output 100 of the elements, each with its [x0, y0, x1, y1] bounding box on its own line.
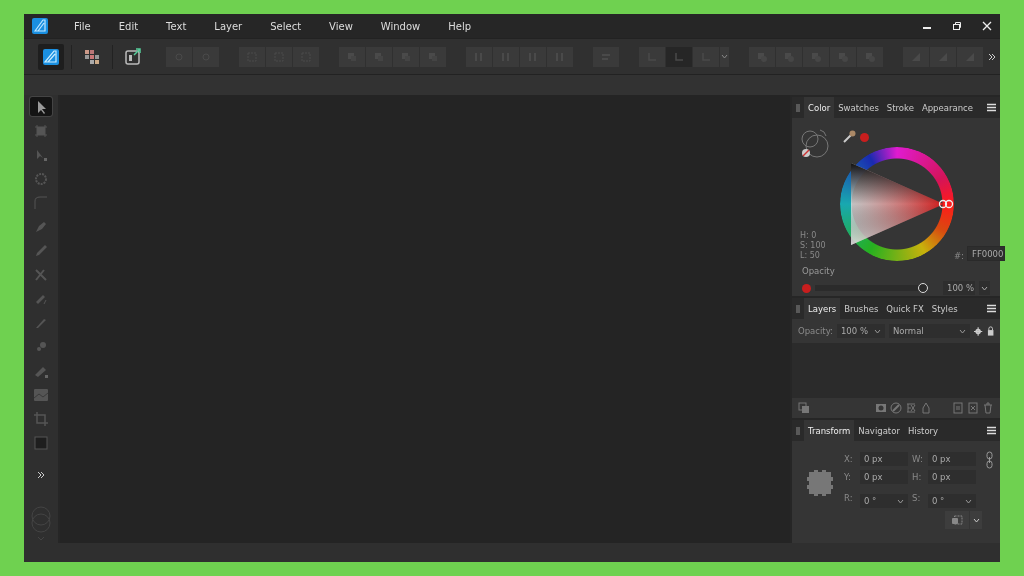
toolbar-button[interactable] [493, 46, 519, 67]
toolbar-button[interactable] [693, 46, 719, 67]
toolbar-button[interactable] [903, 46, 929, 67]
transform-origin-button[interactable] [945, 511, 969, 529]
move-tool-button[interactable] [30, 97, 52, 116]
color-swatch[interactable] [860, 132, 869, 142]
menu-item[interactable]: Layer [214, 20, 243, 32]
opacity-label: Opacity: [798, 326, 833, 336]
menu-item[interactable]: Select [270, 20, 302, 32]
toolbar-button[interactable] [339, 46, 365, 67]
panel-tab[interactable]: Appearance [917, 97, 977, 118]
copy-icon[interactable] [798, 402, 810, 414]
square-icon [32, 433, 50, 452]
panel-tab[interactable]: Styles [927, 298, 962, 319]
hex-field[interactable]: FF0000 [967, 246, 1005, 261]
origin-icon [951, 515, 963, 525]
field-label: Y: [844, 472, 852, 482]
eyedropper-icon[interactable] [842, 130, 856, 144]
input-field[interactable]: 0 px [860, 470, 908, 484]
anchor-icon[interactable] [806, 469, 834, 497]
toolbar-button[interactable] [957, 46, 983, 67]
toolbar-button[interactable] [830, 46, 856, 67]
menu-item[interactable]: Help [448, 20, 472, 32]
menu-icon[interactable] [987, 103, 996, 112]
menu-icon[interactable] [987, 426, 996, 435]
toolbar-button[interactable] [930, 46, 956, 67]
menu-item[interactable]: View [329, 20, 353, 32]
panel-tab[interactable]: Layers [804, 298, 841, 319]
menu-item[interactable]: File [74, 20, 91, 32]
blend-mode-dropdown[interactable]: Normal [888, 324, 971, 338]
toolbar-button[interactable] [193, 46, 219, 67]
more-icon[interactable] [988, 52, 996, 61]
link-icon[interactable] [986, 451, 993, 469]
toolbar-button[interactable] [466, 46, 492, 67]
menu-icon[interactable] [987, 304, 996, 313]
caret-icon [873, 328, 881, 334]
mask-icon[interactable] [875, 402, 887, 414]
hsl-reading: L: 50 [800, 251, 821, 261]
panel-tab[interactable]: Brushes [840, 298, 883, 319]
snapping-icon [673, 50, 685, 63]
menu-item[interactable]: Window [380, 20, 421, 32]
lock-icon[interactable] [986, 326, 994, 336]
adjustment-icon[interactable] [890, 402, 902, 414]
trash-icon[interactable] [982, 402, 994, 414]
menu-item[interactable]: Text [166, 20, 187, 32]
toolbar-button[interactable] [639, 46, 665, 67]
grip-icon[interactable] [796, 304, 800, 313]
slider-thumb[interactable] [918, 282, 928, 293]
opacity-field[interactable]: 100 % [943, 281, 975, 295]
grip-icon[interactable] [796, 103, 800, 112]
fill-stroke-icon[interactable] [800, 128, 830, 160]
toolbar-button[interactable] [776, 46, 802, 67]
hex-label: #: [954, 251, 964, 261]
more-icon[interactable] [37, 471, 45, 479]
color-swatch[interactable] [802, 283, 811, 293]
caret-icon [981, 285, 988, 291]
toolbar-button[interactable] [749, 46, 775, 67]
grip-icon[interactable] [796, 426, 800, 435]
designer-persona-button[interactable] [38, 43, 64, 70]
field-label: X: [844, 454, 854, 464]
dropdown-button[interactable] [720, 46, 729, 67]
corner-icon [32, 193, 50, 212]
menu-item[interactable]: Edit [118, 20, 139, 32]
toolbar-button[interactable] [166, 46, 192, 67]
opacity-dropdown[interactable]: 100 % [836, 324, 885, 338]
dropdown-field[interactable]: 0 ° [928, 494, 976, 508]
toolbar-button[interactable] [666, 46, 692, 67]
app-logo-icon [32, 18, 48, 34]
add-layer-icon[interactable] [952, 402, 964, 414]
input-field[interactable]: 0 px [928, 452, 976, 466]
panel-tab[interactable]: Color [804, 97, 835, 118]
toolbar-button[interactable] [366, 46, 392, 67]
opacity-label: Opacity [802, 266, 835, 276]
export-persona-icon [123, 46, 143, 67]
field-label: R: [844, 493, 854, 503]
opacity-slider[interactable] [815, 282, 928, 294]
input-field[interactable]: 0 px [860, 452, 908, 466]
toolbar-button[interactable] [593, 46, 619, 67]
panel-tab[interactable]: Transform [804, 420, 855, 441]
panel-tab[interactable]: Stroke [882, 97, 918, 118]
settings-icon[interactable] [974, 326, 983, 336]
dropdown-button[interactable] [979, 281, 990, 295]
toolbar-button[interactable] [520, 46, 546, 67]
toolbar-button[interactable] [803, 46, 829, 67]
toolbar-button[interactable] [393, 46, 419, 67]
panel-tab[interactable]: History [903, 420, 943, 441]
toolbar-button[interactable] [857, 46, 883, 67]
caret-icon [965, 498, 972, 504]
dropdown-button[interactable] [970, 511, 982, 529]
restore-icon[interactable] [952, 21, 962, 31]
panel-tab[interactable]: Swatches [834, 97, 883, 118]
close-icon[interactable] [982, 21, 992, 31]
field-label: W: [912, 454, 924, 464]
toolbar-button[interactable] [420, 46, 446, 67]
panel-tab[interactable]: Quick FX [882, 298, 928, 319]
dropdown-field[interactable]: 0 ° [860, 494, 908, 508]
panel-tab[interactable]: Navigator [854, 420, 904, 441]
toolbar-button[interactable] [547, 46, 573, 67]
input-field[interactable]: 0 px [928, 470, 976, 484]
caret-icon [959, 328, 967, 334]
